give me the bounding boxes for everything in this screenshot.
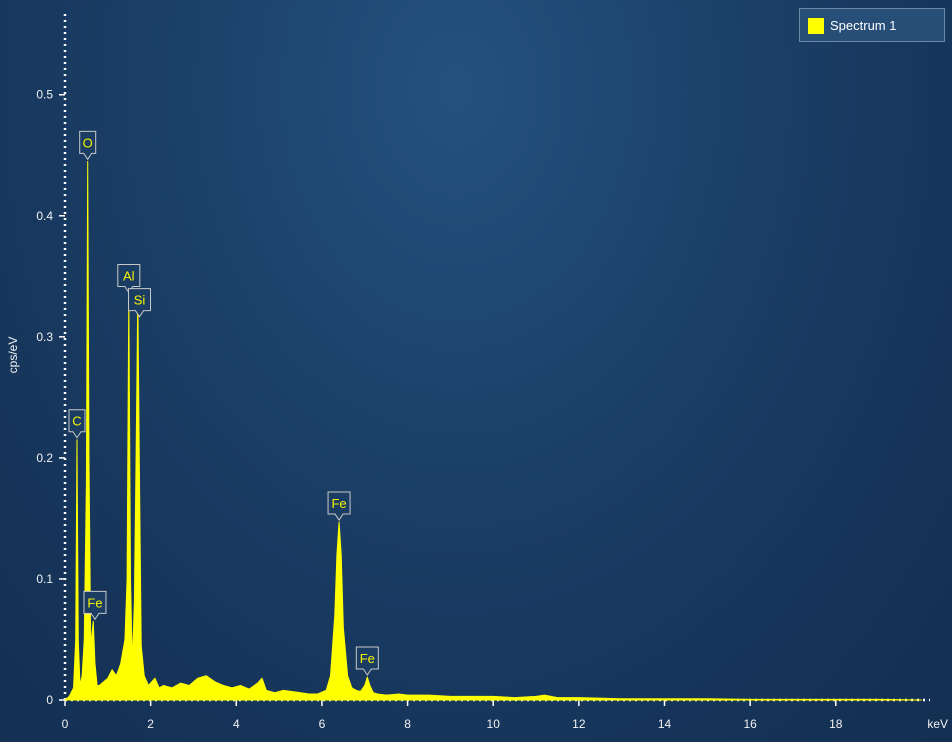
y-tick-label: 0.5 [36,88,53,102]
peak-label-text: Fe [331,496,346,511]
x-tick-label: 14 [658,717,672,731]
peak-label: Fe [355,646,379,676]
y-tick-label: 0.3 [36,330,53,344]
x-tick-label: 0 [62,717,69,731]
chart-plot: 0 2 4 6 8 10 12 14 16 18 0 0.1 0.2 0.3 0.4 0.5 O C Fe Al Si… [6,10,948,731]
peak-label: Fe [327,491,351,521]
series-layer [64,160,922,701]
legend: Spectrum 1 [799,8,945,42]
x-tick-label: 16 [743,717,757,731]
x-tick-label: 10 [487,717,501,731]
x-tick-label: 6 [319,717,326,731]
peak-label-text: Al [123,268,135,283]
peak-label: C [68,409,86,439]
peak-label-text: Fe [360,651,375,666]
x-tick-label: 18 [829,717,843,731]
x-axis-label: keV [927,717,948,731]
legend-label: Spectrum 1 [830,18,897,33]
legend-swatch [808,18,824,34]
x-tick-label: 2 [147,717,154,731]
y-tick-label: 0.4 [36,209,53,223]
y-tick-label: 0.2 [36,451,53,465]
axes: 0 2 4 6 8 10 12 14 16 18 0 0.1 0.2 0.3 0.4 0.5 [36,10,930,731]
peak-label: Si [128,288,152,318]
peak-label-text: Fe [87,595,102,610]
spectrum-area [64,160,922,701]
spectrum-chart: 0 2 4 6 8 10 12 14 16 18 0 0.1 0.2 0.3 0.4 0.5 O C Fe Al Si… [0,0,952,742]
x-tick-label: 4 [233,717,240,731]
peak-annotations: O C Fe Al Si Fe Fe [68,130,379,676]
peak-label-text: Si [134,293,146,308]
y-tick-label: 0 [46,693,53,707]
peak-label: O [79,130,97,161]
peak-label-text: O [83,135,93,150]
y-axis-label: cps/eV [6,337,20,374]
x-tick-label: 8 [404,717,411,731]
peak-label-text: C [72,414,81,429]
x-tick-label: 12 [572,717,586,731]
y-tick-label: 0.1 [36,572,53,586]
